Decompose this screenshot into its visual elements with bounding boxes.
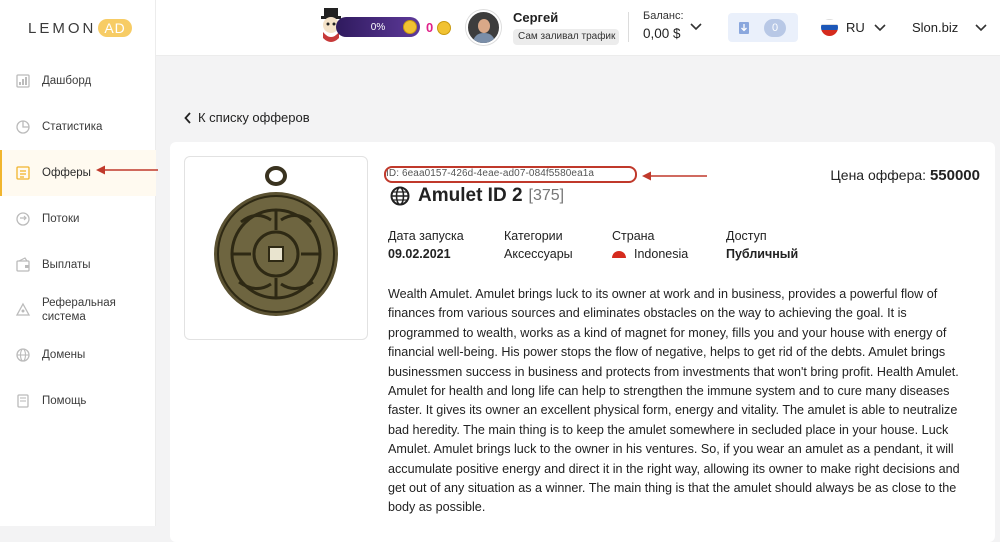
- sidebar-item-label: Домены: [42, 349, 86, 361]
- help-icon: [14, 392, 32, 410]
- coins-count: 0: [426, 20, 434, 35]
- downloads-count-badge: 0: [764, 18, 786, 37]
- sidebar-item-flows[interactable]: Потоки: [0, 196, 156, 242]
- logo-badge: AD: [98, 19, 132, 37]
- top-bar: 0% 0 Сергей Сам заливал трафик Баланс: 0…: [156, 0, 1000, 56]
- flows-icon: [14, 210, 32, 228]
- balance-label: Баланс:: [643, 10, 684, 22]
- offer-image: [184, 156, 368, 340]
- sidebar-item-dashboard[interactable]: Дашборд: [0, 58, 156, 104]
- sidebar: LEMON AD Дашборд Статистика Офферы Поток…: [0, 0, 156, 526]
- user-name[interactable]: Сергей: [513, 10, 558, 25]
- coin-icon: [403, 20, 417, 34]
- price-value: 550000: [929, 167, 980, 184]
- access-field: Доступ Публичный: [726, 229, 798, 261]
- back-link-label: К списку офферов: [198, 110, 310, 125]
- country-value-row: Indonesia: [612, 247, 688, 261]
- dashboard-icon: [14, 72, 32, 90]
- indonesia-flag-icon: [612, 250, 626, 258]
- avatar[interactable]: [466, 10, 501, 45]
- sidebar-item-domains[interactable]: Домены: [0, 332, 156, 378]
- balance-value: 0,00 $: [643, 26, 681, 41]
- coins-counter: 0: [426, 20, 452, 35]
- russia-flag-icon: [821, 19, 838, 36]
- sidebar-item-label: Дашборд: [42, 75, 92, 87]
- sidebar-item-label: Офферы: [42, 167, 91, 179]
- sidebar-item-label: Выплаты: [42, 259, 91, 271]
- offer-card: ID: 6eaa0157-426d-4eae-ad07-084f5580ea1a…: [170, 142, 995, 542]
- logo-text: LEMON: [28, 19, 97, 37]
- country-value: Indonesia: [634, 247, 689, 261]
- sidebar-item-statistics[interactable]: Статистика: [0, 104, 156, 150]
- level-progress-bar[interactable]: 0%: [336, 17, 420, 37]
- back-to-offers-link[interactable]: К списку офферов: [184, 110, 310, 125]
- offer-price: Цена оффера: 550000: [830, 167, 980, 184]
- category-label: Категории: [504, 229, 563, 243]
- launch-date-label: Дата запуска: [388, 229, 464, 243]
- sidebar-item-label: Помощь: [42, 395, 87, 407]
- coin-icon: [437, 20, 452, 35]
- sidebar-nav: Дашборд Статистика Офферы Потоки Выплаты: [0, 58, 156, 424]
- country-field: Страна Indonesia: [612, 229, 688, 261]
- chevron-down-icon[interactable]: [873, 21, 887, 35]
- language-selector[interactable]: RU: [846, 20, 865, 35]
- statistics-icon: [14, 118, 32, 136]
- download-icon: [739, 21, 749, 34]
- globe-icon: [390, 186, 410, 206]
- progress-percent: 0%: [370, 21, 386, 33]
- access-label: Доступ: [726, 229, 767, 243]
- annotation-arrow-offers: [96, 165, 158, 175]
- sidebar-item-label: Реферальная система: [42, 297, 116, 323]
- logo[interactable]: LEMON AD: [28, 17, 132, 39]
- offer-description: Wealth Amulet. Amulet brings luck to its…: [388, 287, 960, 515]
- sidebar-item-label: Потоки: [42, 213, 80, 225]
- sidebar-item-label: Статистика: [42, 121, 103, 133]
- sidebar-item-referral[interactable]: Реферальная система: [0, 288, 156, 332]
- offer-title-row: Amulet ID 2 [375]: [390, 185, 564, 207]
- site-selector[interactable]: Slon.biz: [912, 20, 958, 35]
- referral-icon: [14, 301, 32, 319]
- amulet-image: [214, 166, 338, 316]
- category-value: Аксессуары: [504, 247, 573, 261]
- offers-icon: [14, 164, 32, 182]
- offer-name: Amulet ID 2: [418, 185, 523, 206]
- annotation-highlight-box: [384, 166, 637, 183]
- launch-date-field: Дата запуска 09.02.2021: [388, 229, 464, 261]
- header-divider: [628, 12, 629, 42]
- category-field: Категории Аксессуары: [504, 229, 573, 261]
- price-label: Цена оффера:: [830, 167, 927, 183]
- offer-number: [375]: [528, 187, 565, 204]
- payouts-icon: [14, 256, 32, 274]
- access-value: Публичный: [726, 247, 799, 261]
- chevron-down-icon[interactable]: [689, 20, 703, 34]
- downloads-button[interactable]: 0: [728, 13, 798, 42]
- chevron-left-icon: [184, 111, 191, 124]
- launch-date-value: 09.02.2021: [388, 247, 451, 261]
- chevron-down-icon[interactable]: [974, 21, 988, 35]
- sidebar-item-payouts[interactable]: Выплаты: [0, 242, 156, 288]
- globe-icon: [14, 346, 32, 364]
- country-label: Страна: [612, 229, 655, 243]
- annotation-arrow-id: [642, 171, 707, 181]
- user-status-badge: Сам заливал трафик: [513, 29, 619, 45]
- sidebar-item-help[interactable]: Помощь: [0, 378, 156, 424]
